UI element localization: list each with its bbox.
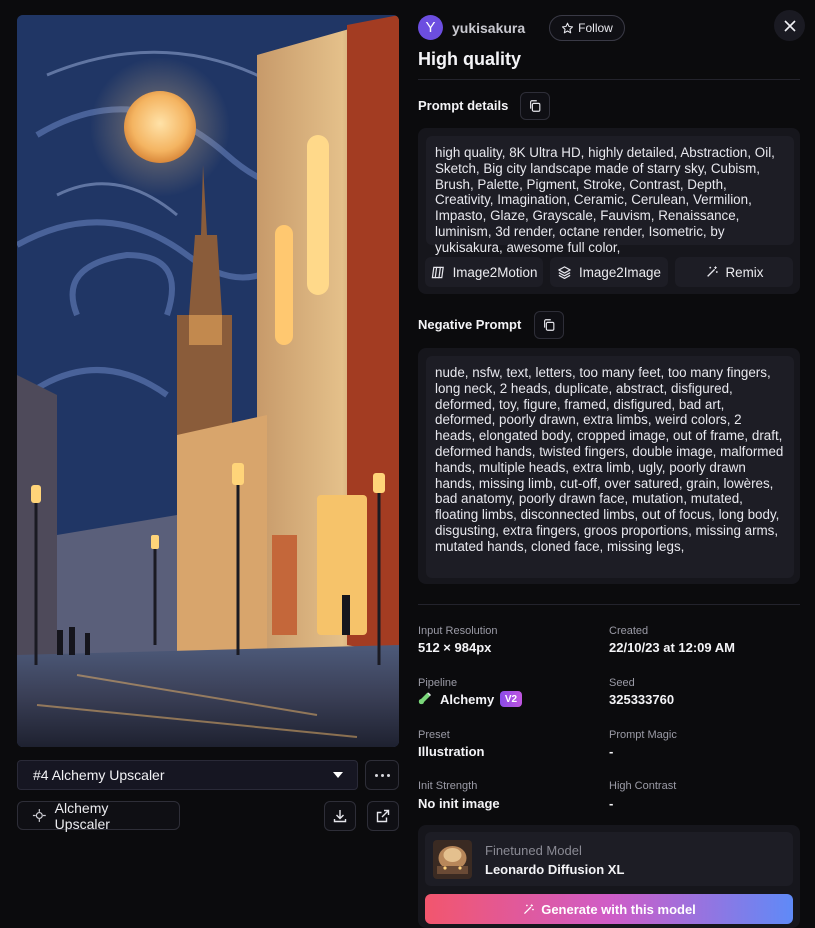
- close-icon: [783, 19, 796, 32]
- preset-value: Illustration: [418, 744, 485, 759]
- created-value: 22/10/23 at 12:09 AM: [609, 640, 735, 655]
- magic-wand-icon: [524, 903, 534, 914]
- prompt-magic-label: Prompt Magic: [609, 729, 677, 741]
- divider: [418, 79, 800, 80]
- seed-label: Seed: [609, 677, 635, 689]
- more-dot-icon: [380, 773, 384, 777]
- remix-label: Remix: [725, 264, 764, 280]
- seed-value: 325333760: [609, 692, 675, 707]
- upscaler-icon: [32, 809, 46, 822]
- created-label: Created: [609, 625, 649, 637]
- avatar[interactable]: Y: [418, 15, 443, 40]
- close-button[interactable]: [774, 10, 805, 41]
- divider: [418, 604, 800, 605]
- open-external-button[interactable]: [367, 801, 399, 831]
- pipeline-value: Alchemy: [440, 692, 495, 707]
- chevron-down-icon: [333, 772, 343, 778]
- page-title: High quality: [418, 49, 521, 69]
- download-button[interactable]: [324, 801, 356, 831]
- image2image-label: Image2Image: [579, 264, 661, 280]
- image2motion-label: Image2Motion: [452, 264, 538, 280]
- model-label: Finetuned Model: [485, 843, 582, 858]
- layers-icon: [558, 265, 571, 279]
- copy-icon: [530, 100, 541, 112]
- variant-select-value: #4 Alchemy Upscaler: [33, 767, 165, 783]
- star-icon: [562, 22, 574, 33]
- generated-image[interactable]: [17, 15, 399, 747]
- copy-negative-prompt-button[interactable]: [534, 311, 564, 339]
- remix-button[interactable]: Remix: [675, 257, 793, 287]
- prompt-details-heading: Prompt details: [418, 98, 509, 113]
- high-contrast-label: High Contrast: [609, 780, 677, 792]
- follow-label: Follow: [578, 21, 613, 35]
- upscaler-chip[interactable]: Alchemy Upscaler: [17, 799, 180, 832]
- creator-username[interactable]: yukisakura: [452, 20, 525, 36]
- more-dot-icon: [386, 773, 390, 777]
- negative-prompt-text: nude, nsfw, text, letters, too many feet…: [426, 356, 794, 578]
- input-resolution-label: Input Resolution: [418, 625, 498, 637]
- init-strength-label: Init Strength: [418, 780, 478, 792]
- motion-icon: [431, 266, 444, 278]
- download-icon: [333, 810, 347, 823]
- generate-label: Generate with this model: [541, 901, 696, 917]
- input-resolution-value: 512 × 984px: [418, 640, 492, 655]
- copy-icon: [544, 319, 555, 331]
- negative-prompt-heading: Negative Prompt: [418, 317, 522, 332]
- model-name: Leonardo Diffusion XL: [485, 862, 625, 877]
- more-options-button[interactable]: [365, 760, 399, 790]
- image2image-button[interactable]: Image2Image: [550, 257, 668, 287]
- pipeline-label: Pipeline: [418, 677, 458, 689]
- finetuned-model-card[interactable]: Finetuned Model Leonardo Diffusion XL: [425, 832, 793, 886]
- prompt-text: high quality, 8K Ultra HD, highly detail…: [426, 136, 794, 255]
- magic-wand-icon: [706, 266, 718, 277]
- high-contrast-value: -: [609, 796, 614, 811]
- image2motion-button[interactable]: Image2Motion: [425, 257, 543, 287]
- negative-prompt-panel: nude, nsfw, text, letters, too many feet…: [418, 348, 800, 584]
- flask-icon: [418, 692, 431, 705]
- more-dot-icon: [374, 773, 378, 777]
- generate-with-model-button[interactable]: Generate with this model: [425, 894, 793, 924]
- prompt-panel: high quality, 8K Ultra HD, highly detail…: [418, 128, 800, 294]
- external-link-icon: [376, 809, 390, 823]
- prompt-magic-value: -: [609, 744, 614, 759]
- model-thumbnail: [433, 840, 472, 879]
- preset-label: Preset: [418, 729, 450, 741]
- copy-prompt-button[interactable]: [520, 92, 550, 120]
- upscaler-chip-label: Alchemy Upscaler: [54, 799, 110, 832]
- follow-button[interactable]: Follow: [549, 15, 625, 41]
- generated-image-art: [17, 15, 399, 747]
- variant-select[interactable]: #4 Alchemy Upscaler: [17, 760, 358, 790]
- pipeline-version-badge: V2: [500, 691, 522, 707]
- init-strength-value: No init image: [418, 796, 500, 811]
